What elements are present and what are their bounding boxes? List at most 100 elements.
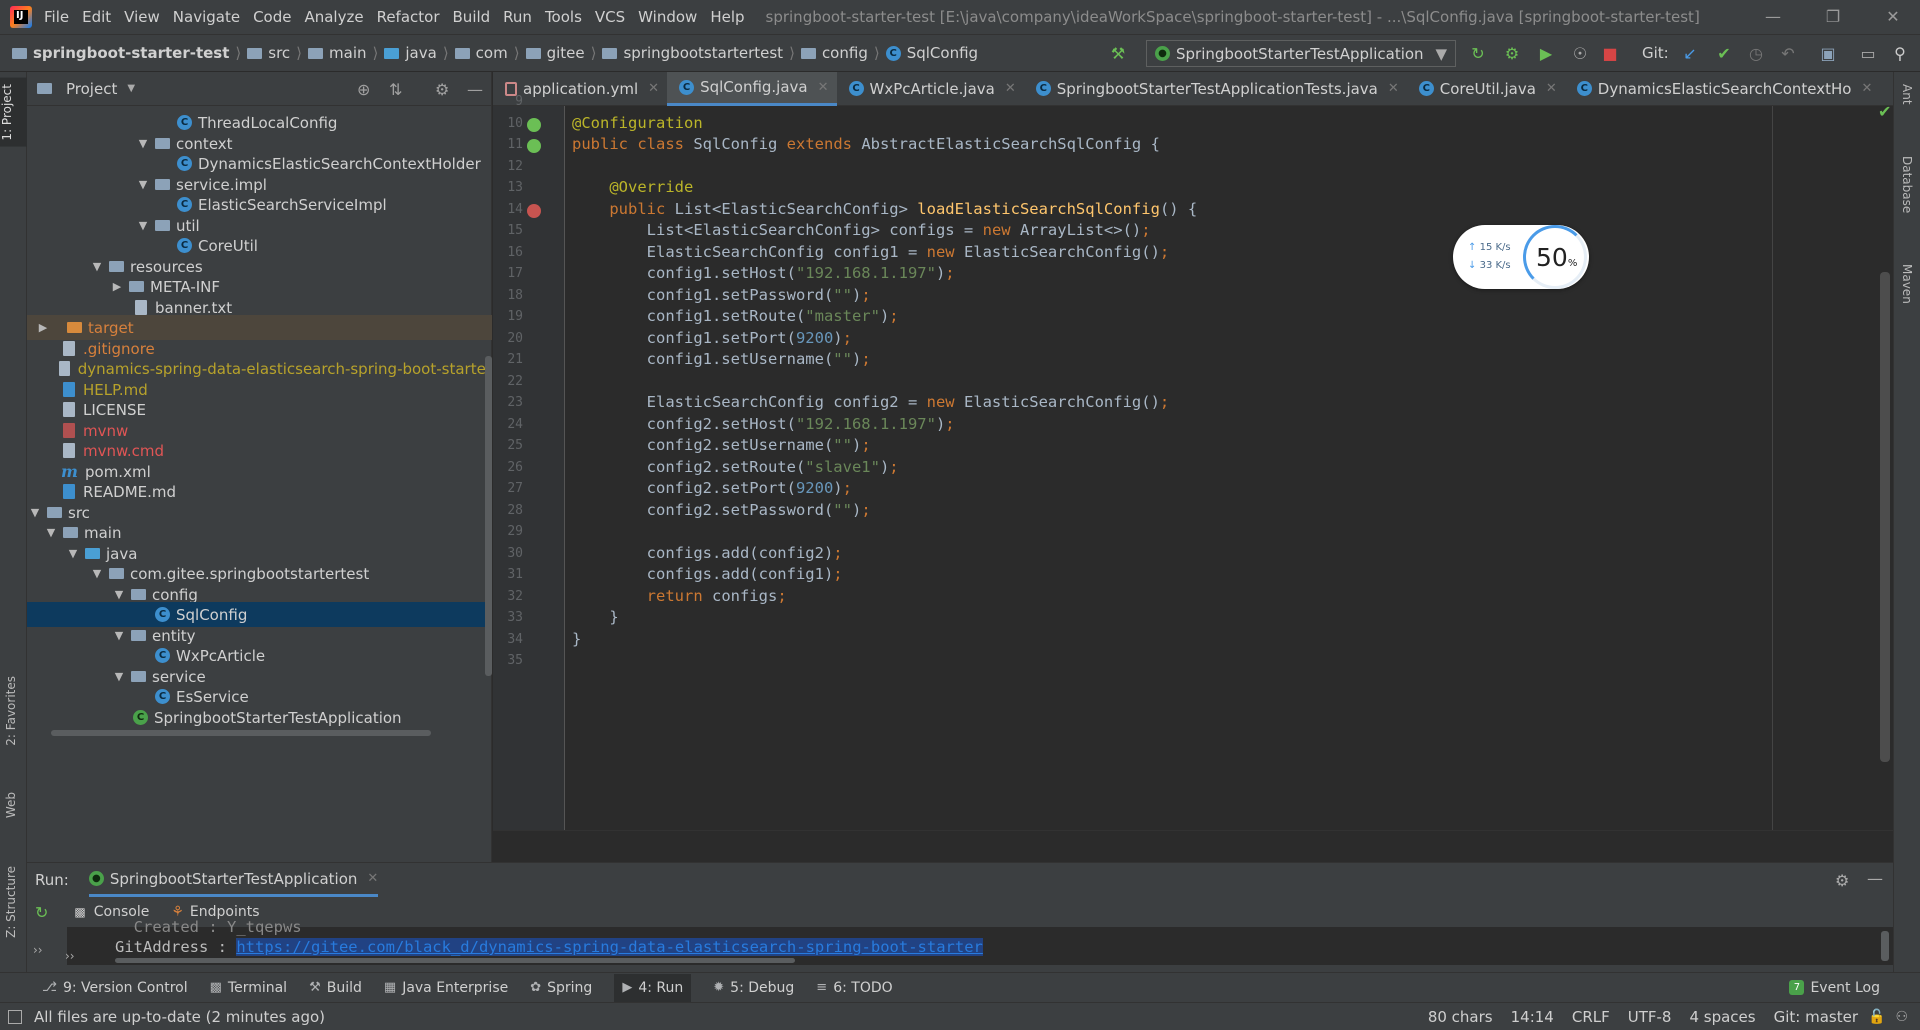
git-commit-icon[interactable]: ✔	[1714, 44, 1734, 64]
menu-help[interactable]: Help	[710, 8, 753, 26]
tab-structure-tool[interactable]: Z: Structure	[4, 866, 18, 938]
expand-arrow-icon[interactable]: ▼	[135, 219, 151, 232]
chevron-down-icon[interactable]: ▼	[127, 83, 135, 94]
collapse-arrow-icon[interactable]: ▶	[109, 280, 125, 293]
tab-web-tool[interactable]: Web	[4, 792, 18, 818]
restore-button[interactable]: ❐	[1806, 0, 1860, 34]
tab-project-tool[interactable]: 1: Project	[0, 78, 27, 147]
menu-refactor[interactable]: Refactor	[377, 8, 449, 26]
rerun-icon[interactable]: ↻	[1468, 44, 1488, 64]
rerun-icon[interactable]: ↻	[35, 903, 48, 922]
run-tab-application[interactable]: ● SpringbootStarterTestApplication ✕	[88, 863, 379, 897]
status-indent[interactable]: 4 spaces	[1689, 1008, 1755, 1026]
tree-item-springbootstartertestapplication[interactable]: C SpringbootStarterTestApplication	[27, 705, 492, 730]
tool-run[interactable]: ▶ 4: Run	[614, 973, 692, 1002]
close-tab-icon[interactable]: ✕	[367, 871, 378, 886]
collapse-arrow-icon[interactable]: ▶	[35, 321, 51, 334]
presentation-icon[interactable]: ▭	[1858, 44, 1878, 64]
spring-config-icon[interactable]	[527, 139, 541, 153]
expand-arrow-icon[interactable]: ▼	[27, 506, 43, 519]
toggle-tool-windows-icon[interactable]	[8, 1009, 22, 1024]
close-tab-icon[interactable]: ✕	[1005, 81, 1016, 96]
git-history-icon[interactable]: ◷	[1746, 44, 1766, 64]
git-revert-icon[interactable]: ↶	[1778, 44, 1798, 64]
breadcrumb-com[interactable]: ⟩ com	[437, 44, 508, 62]
breadcrumb-java[interactable]: ⟩ java	[367, 44, 437, 62]
tool-event-log[interactable]: 7 Event Log	[1789, 980, 1880, 996]
close-tab-icon[interactable]: ✕	[818, 80, 829, 95]
stop-icon[interactable]: ■	[1600, 44, 1620, 64]
editor-scrollbar[interactable]	[1880, 272, 1890, 762]
menu-file[interactable]: File	[44, 8, 78, 26]
spring-bean-icon[interactable]	[527, 117, 541, 132]
expand-arrow-icon[interactable]: ▼	[89, 260, 105, 273]
expand-arrow-icon[interactable]: ▼	[111, 670, 127, 683]
menu-view[interactable]: View	[124, 8, 169, 26]
run-configuration-select[interactable]: ● SpringbootStarterTestApplication ▼	[1146, 40, 1456, 67]
menu-analyze[interactable]: Analyze	[304, 8, 372, 26]
memory-indicator-icon[interactable]: ⚇	[1895, 1009, 1908, 1025]
gear-icon[interactable]: ⚙	[435, 80, 449, 99]
menu-window[interactable]: Window	[638, 8, 706, 26]
menu-build[interactable]: Build	[453, 8, 500, 26]
close-window-button[interactable]: ✕	[1866, 0, 1920, 34]
tool-spring[interactable]: ✿ Spring	[530, 980, 592, 996]
override-icon[interactable]	[527, 203, 541, 218]
console-horizontal-scrollbar[interactable]	[115, 958, 795, 963]
status-git-branch[interactable]: Git: master	[1774, 1008, 1858, 1026]
menu-run[interactable]: Run	[503, 8, 541, 26]
expand-arrow-icon[interactable]: ▼	[65, 547, 81, 560]
expand-arrow-icon[interactable]: ▼	[135, 137, 151, 150]
hide-panel-icon[interactable]: —	[1867, 869, 1883, 888]
collapse-all-icon[interactable]: ⇅	[389, 80, 402, 99]
code-editor[interactable]: 9 10 11 12 13 14 15 16 17 18 19 20 21 22 23 24 25 26 27 28 2…	[493, 94, 1893, 861]
breadcrumb-src[interactable]: ⟩ src	[229, 44, 290, 62]
breadcrumb-project[interactable]: springboot-starter-test	[12, 44, 229, 62]
breadcrumb-config[interactable]: ⟩ config	[783, 44, 868, 62]
gear-icon[interactable]: ⚙	[1835, 871, 1849, 890]
menu-tools[interactable]: Tools	[545, 8, 591, 26]
tab-application-tests-java[interactable]: C SpringbootStarterTestApplicationTests.j…	[1024, 72, 1407, 106]
breadcrumb-sqlconfig[interactable]: ⟩ C SqlConfig	[868, 44, 978, 62]
hide-panel-icon[interactable]: —	[467, 80, 483, 99]
tab-ant-tool[interactable]: Ant	[1900, 84, 1914, 105]
tool-build[interactable]: ⚒ Build	[309, 980, 362, 996]
status-encoding[interactable]: UTF-8	[1628, 1008, 1672, 1026]
tab-sqlconfig-java[interactable]: C SqlConfig.java ✕	[667, 71, 837, 106]
locate-target-icon[interactable]: ⊕	[357, 80, 370, 99]
soft-wrap-icon[interactable]: ››	[65, 949, 75, 963]
breadcrumb-springbootstartertest[interactable]: ⟩ springbootstartertest	[585, 44, 783, 62]
tab-maven-tool[interactable]: Maven	[1900, 264, 1914, 304]
tree-horizontal-scrollbar[interactable]	[51, 730, 431, 736]
project-panel-title[interactable]: Project	[66, 80, 117, 98]
tool-version-control[interactable]: ⎇ 9: Version Control	[42, 980, 188, 996]
tab-contextholder-java[interactable]: C DynamicsElasticSearchContextHo ✕	[1565, 72, 1881, 106]
expand-arrow-icon[interactable]: ▼	[89, 567, 105, 580]
close-tab-icon[interactable]: ✕	[1388, 81, 1399, 96]
status-caret-position[interactable]: 14:14	[1511, 1008, 1554, 1026]
project-structure-icon[interactable]: ▣	[1818, 44, 1838, 64]
coverage-icon[interactable]: ▶	[1536, 44, 1556, 64]
usage-ring[interactable]: 50%	[1523, 225, 1587, 289]
tree-vertical-scrollbar[interactable]	[485, 356, 492, 676]
close-tab-icon[interactable]: ✕	[1861, 81, 1872, 96]
profile-icon[interactable]: ☉	[1570, 44, 1590, 64]
tab-wxpcarticle-java[interactable]: C WxPcArticle.java ✕	[837, 72, 1024, 106]
breadcrumb-gitee[interactable]: ⟩ gitee	[508, 44, 585, 62]
menu-code[interactable]: Code	[253, 8, 300, 26]
menu-navigate[interactable]: Navigate	[173, 8, 249, 26]
tool-java-enterprise[interactable]: ▦ Java Enterprise	[384, 980, 508, 996]
tool-debug[interactable]: ✹ 5: Debug	[713, 980, 794, 996]
breadcrumb-main[interactable]: ⟩ main	[290, 44, 366, 62]
menu-vcs[interactable]: VCS	[595, 8, 634, 26]
git-update-icon[interactable]: ↙	[1680, 44, 1700, 64]
expand-arrow-icon[interactable]: ▼	[135, 178, 151, 191]
tab-database-tool[interactable]: Database	[1900, 156, 1914, 213]
status-line-separator[interactable]: CRLF	[1572, 1008, 1610, 1026]
search-icon[interactable]: ⚲	[1890, 44, 1910, 64]
build-hammer-icon[interactable]: ⚒	[1108, 44, 1128, 64]
minimize-button[interactable]: —	[1746, 0, 1800, 34]
tab-favorites-tool[interactable]: 2: Favorites	[4, 676, 18, 746]
tool-terminal[interactable]: ▩ Terminal	[210, 980, 287, 996]
menu-edit[interactable]: Edit	[82, 8, 120, 26]
